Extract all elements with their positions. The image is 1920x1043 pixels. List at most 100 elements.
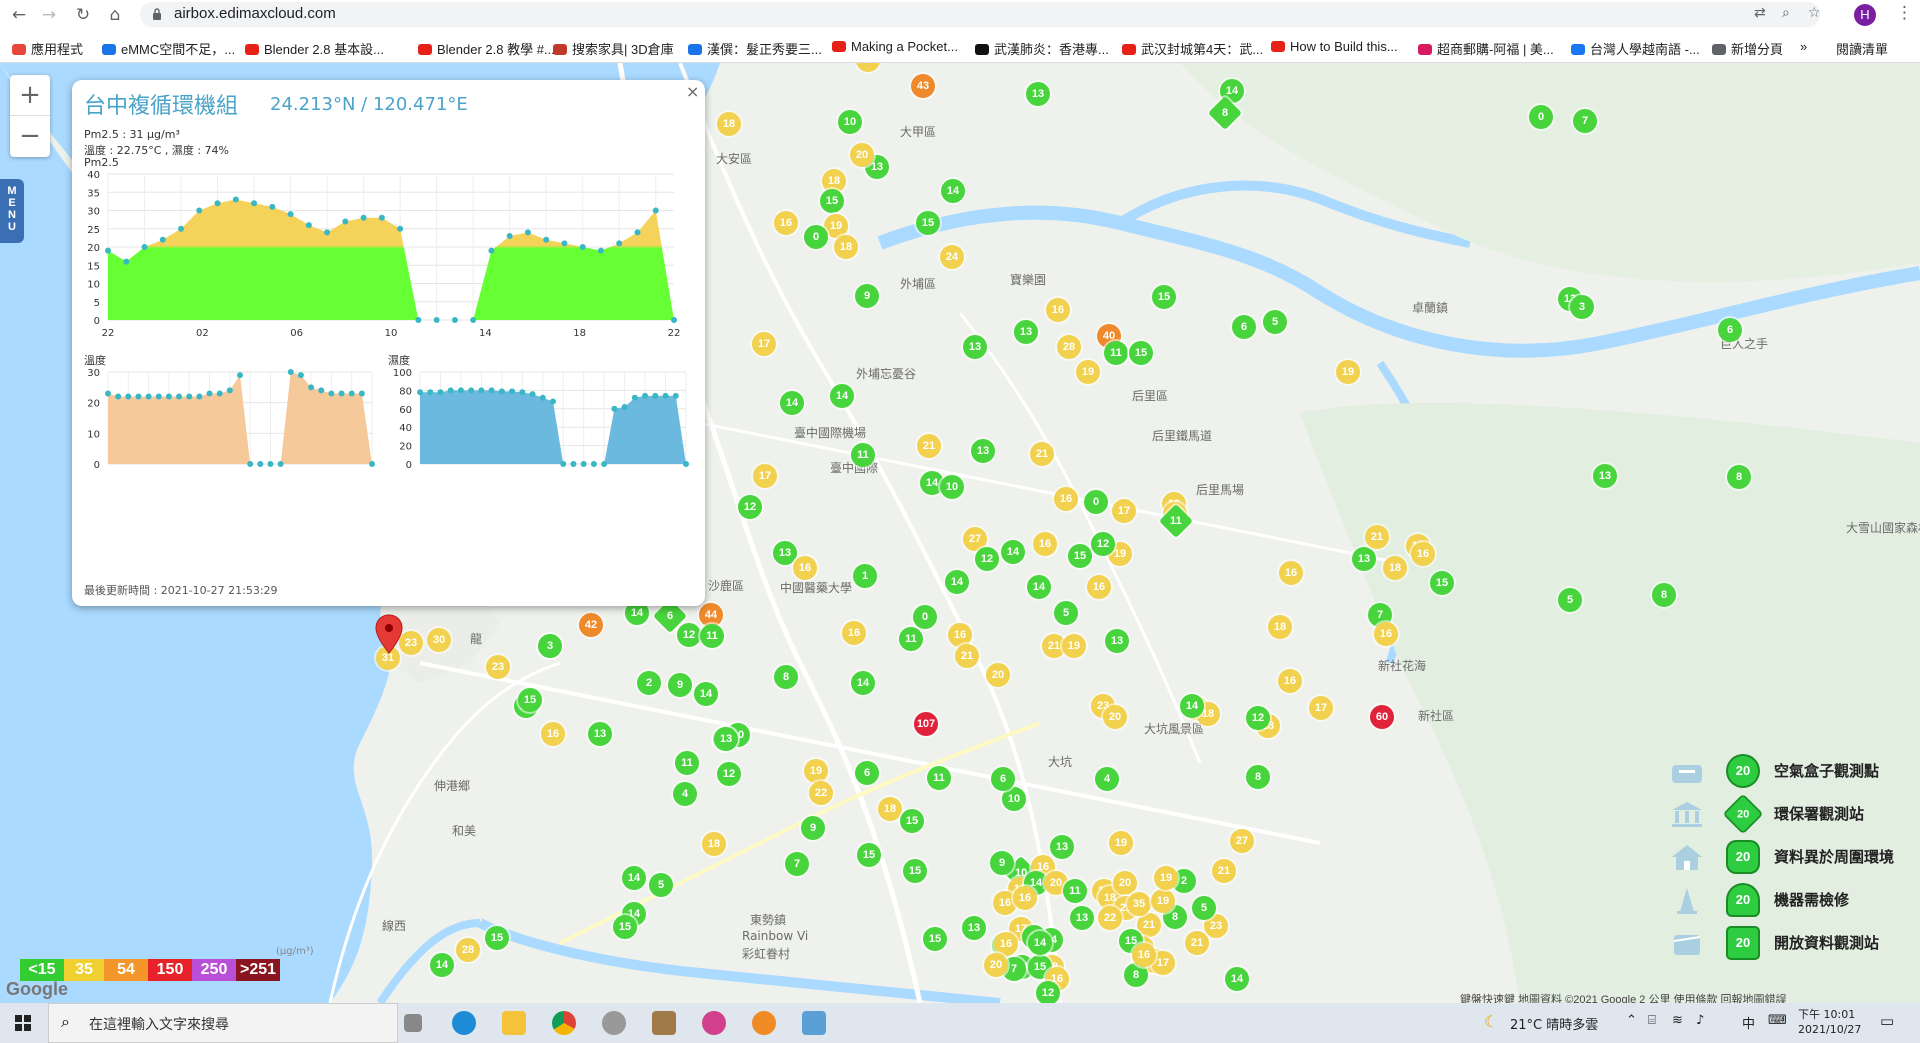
zoom-in-button[interactable]: + xyxy=(10,75,50,116)
sensor-marker[interactable]: 12 xyxy=(1246,706,1270,730)
sensor-marker[interactable]: 15 xyxy=(485,926,509,950)
sensor-marker[interactable]: 19 xyxy=(804,759,828,783)
sensor-marker[interactable]: 9 xyxy=(801,816,825,840)
sensor-marker[interactable]: 0 xyxy=(1084,490,1108,514)
sensor-marker[interactable]: 12 xyxy=(677,623,701,647)
edge-icon[interactable] xyxy=(452,1011,476,1035)
sensor-marker[interactable]: 21 xyxy=(1030,442,1054,466)
more-bookmarks-icon[interactable]: » xyxy=(1800,39,1807,54)
sensor-marker[interactable]: 13 xyxy=(1026,82,1050,106)
sensor-marker[interactable]: 9 xyxy=(668,673,692,697)
bookmark-item[interactable]: Blender 2.8 教學 #... xyxy=(418,39,555,58)
chrome-icon[interactable] xyxy=(552,1011,576,1035)
app-icon-3[interactable] xyxy=(702,1011,726,1035)
sensor-marker[interactable]: 5 xyxy=(1263,310,1287,334)
sensor-marker[interactable]: 13 xyxy=(963,335,987,359)
windows-start-icon[interactable] xyxy=(0,1003,46,1043)
sensor-marker[interactable]: 13 xyxy=(1050,835,1074,859)
sensor-marker[interactable]: 16 xyxy=(1013,886,1037,910)
sensor-marker[interactable]: 14 xyxy=(1225,967,1249,991)
sensor-marker[interactable]: 12 xyxy=(738,495,762,519)
sensor-marker[interactable]: 30 xyxy=(427,628,451,652)
reload-icon[interactable]: ↻ xyxy=(72,4,94,26)
zoom-out-button[interactable]: − xyxy=(10,116,50,157)
sensor-marker[interactable]: 22 xyxy=(809,781,833,805)
location-pin-icon[interactable] xyxy=(375,614,403,654)
sensor-marker[interactable]: 11 xyxy=(927,766,951,790)
network-icon[interactable]: ⌸ xyxy=(1648,1013,1656,1028)
sensor-marker[interactable]: 42 xyxy=(579,613,603,637)
sensor-marker[interactable]: 14 xyxy=(1027,575,1051,599)
app-icon-2[interactable] xyxy=(652,1011,676,1035)
bookmark-item[interactable]: 新增分頁 xyxy=(1712,39,1783,58)
sensor-marker[interactable]: 0 xyxy=(1529,105,1553,129)
sensor-marker[interactable]: 13 xyxy=(714,727,738,751)
menu-tab[interactable]: MENU xyxy=(0,179,24,243)
bookmark-item[interactable]: 武漢肺炎：香港專... xyxy=(975,39,1109,58)
sensor-marker[interactable]: 14 xyxy=(1028,931,1052,955)
map-attribution[interactable]: 鍵盤快速鍵 地圖資料 ©2021 Google 2 公里 使用條款 回報地圖錯誤 xyxy=(1460,991,1787,1003)
sensor-marker[interactable]: 15 xyxy=(1129,341,1153,365)
sensor-marker[interactable]: 28 xyxy=(1057,335,1081,359)
sensor-marker[interactable]: 11 xyxy=(675,751,699,775)
map-canvas[interactable]: 大甲區 大安區 外埔區 后里區 后里馬場 外埔忘憂谷 臺中國際機場 沙鹿區龍伸港鄉 和美 線西 東勢… xyxy=(0,63,1920,1003)
sensor-marker[interactable]: 21 xyxy=(1212,859,1236,883)
notification-icon[interactable]: ▭ xyxy=(1880,1012,1894,1030)
sensor-marker[interactable]: 19 xyxy=(1154,866,1178,890)
sensor-marker[interactable]: 19 xyxy=(1109,831,1133,855)
sensor-marker[interactable]: 19 xyxy=(1151,889,1175,913)
forward-icon[interactable]: → xyxy=(38,4,60,26)
sensor-marker[interactable]: 17 xyxy=(752,332,776,356)
sensor-marker[interactable]: 1 xyxy=(853,564,877,588)
app-icon-4[interactable] xyxy=(802,1011,826,1035)
sensor-marker[interactable]: 13 xyxy=(1593,464,1617,488)
sensor-marker[interactable]: 15 xyxy=(903,859,927,883)
bookmark-item[interactable]: 漢僎：髮正秀要三... xyxy=(688,39,822,58)
sensor-marker[interactable]: 11 xyxy=(851,443,875,467)
profile-avatar[interactable]: H xyxy=(1854,4,1876,26)
close-icon[interactable]: × xyxy=(686,82,699,101)
clock-date[interactable]: 2021/10/27 xyxy=(1798,1023,1861,1036)
sensor-marker[interactable]: 15 xyxy=(857,843,881,867)
sensor-marker[interactable]: 11 xyxy=(700,624,724,648)
keyboard-icon[interactable]: ⌨ xyxy=(1768,1013,1787,1028)
sensor-marker[interactable]: 7 xyxy=(785,852,809,876)
sensor-marker[interactable]: 15 xyxy=(613,915,637,939)
sensor-marker[interactable]: 27 xyxy=(1230,829,1254,853)
task-view-icon[interactable] xyxy=(404,1014,422,1032)
sensor-marker[interactable]: 5 xyxy=(1054,601,1078,625)
sensor-marker[interactable]: 5 xyxy=(1192,896,1216,920)
bookmark-star-icon[interactable]: ☆ xyxy=(1808,5,1821,21)
sensor-marker[interactable]: 15 xyxy=(820,189,844,213)
sensor-marker[interactable]: 43 xyxy=(911,74,935,98)
sensor-marker[interactable]: 18 xyxy=(1268,615,1292,639)
sensor-marker[interactable]: 16 xyxy=(1087,575,1111,599)
sensor-marker[interactable]: 16 xyxy=(1132,943,1156,967)
sensor-marker[interactable]: 19 xyxy=(1062,634,1086,658)
address-bar[interactable]: airbox.edimaxcloud.com ⇄ ⌕ ☆ xyxy=(140,2,1821,27)
sensor-marker[interactable]: 12 xyxy=(975,547,999,571)
sensor-marker[interactable]: 18 xyxy=(878,797,902,821)
sensor-marker[interactable]: 16 xyxy=(541,722,565,746)
bookmark-item[interactable]: How to Build this... xyxy=(1271,39,1398,54)
sensor-marker[interactable]: 12 xyxy=(717,762,741,786)
sensor-marker[interactable]: 16 xyxy=(1054,487,1078,511)
sensor-marker[interactable]: 13 xyxy=(962,916,986,940)
zoom-icon[interactable]: ⌕ xyxy=(1782,5,1790,21)
sensor-marker[interactable]: 13 xyxy=(1105,629,1129,653)
sensor-marker[interactable]: 9 xyxy=(855,284,879,308)
sensor-marker[interactable]: 15 xyxy=(1152,285,1176,309)
url-text[interactable]: airbox.edimaxcloud.com xyxy=(174,5,336,22)
sensor-marker[interactable]: 4 xyxy=(1095,767,1119,791)
sensor-marker[interactable]: 16 xyxy=(842,621,866,645)
sensor-marker[interactable]: 14 xyxy=(830,384,854,408)
sensor-marker[interactable]: 14 xyxy=(945,570,969,594)
sensor-marker[interactable]: 18 xyxy=(702,832,726,856)
sensor-marker[interactable]: 8 xyxy=(1652,583,1676,607)
sensor-marker[interactable]: 16 xyxy=(1046,298,1070,322)
sensor-marker[interactable]: 21 xyxy=(1185,931,1209,955)
sensor-marker[interactable]: 28 xyxy=(456,938,480,962)
sensor-marker[interactable]: 6 xyxy=(1232,315,1256,339)
sensor-marker[interactable]: 35 xyxy=(1127,892,1151,916)
sensor-marker[interactable]: 15 xyxy=(923,927,947,951)
